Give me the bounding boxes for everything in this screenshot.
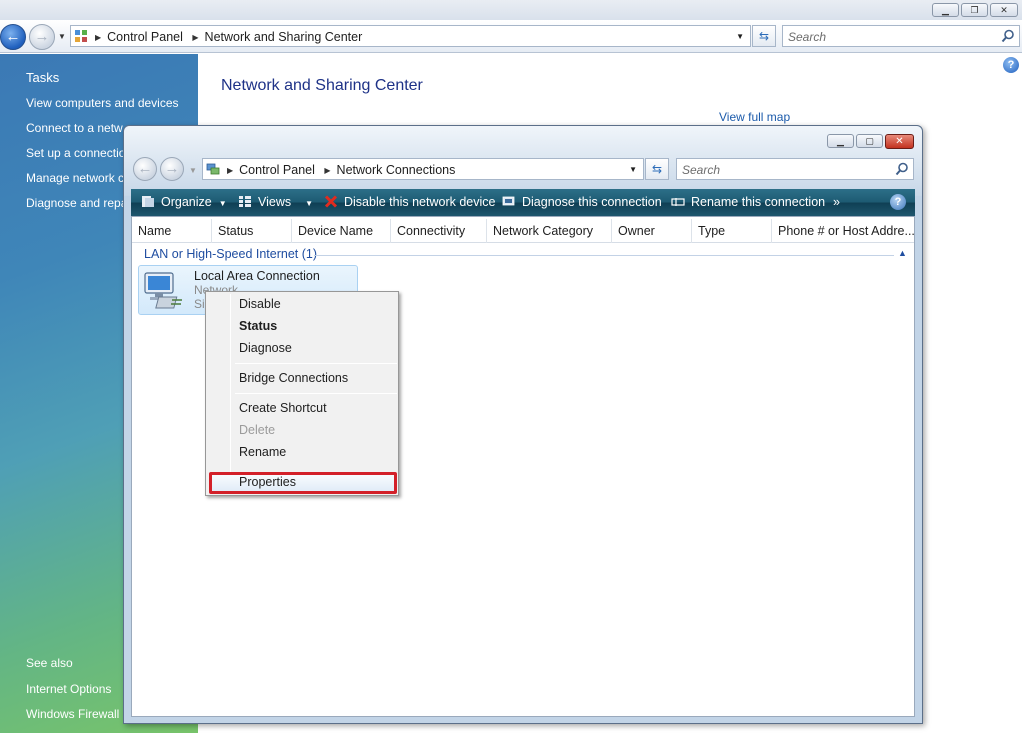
column-connectivity[interactable]: Connectivity <box>391 219 487 243</box>
close-button[interactable]: ✕ <box>990 3 1018 17</box>
page-title: Network and Sharing Center <box>221 77 423 94</box>
column-device-name[interactable]: Device Name <box>292 219 391 243</box>
properties-highlight[interactable] <box>209 472 397 494</box>
see-also-internet-options[interactable]: Internet Options <box>26 682 111 696</box>
inner-maximize-button[interactable]: ▢ <box>856 134 883 148</box>
task-manage-network[interactable]: Manage network c <box>26 171 124 185</box>
inner-address-dropdown-icon[interactable]: ▼ <box>629 165 637 174</box>
group-header[interactable]: LAN or High-Speed Internet (1) <box>144 247 317 261</box>
inner-forward-button[interactable]: → <box>160 157 184 181</box>
column-type[interactable]: Type <box>692 219 772 243</box>
outer-title-bar: ▁ ❐ ✕ <box>0 0 1022 20</box>
back-button[interactable]: ← <box>0 24 26 50</box>
context-menu: Disable Status Diagnose Bridge Connectio… <box>205 291 399 496</box>
red-x-icon <box>324 195 338 208</box>
menu-separator <box>235 393 397 394</box>
search-input[interactable]: Search <box>782 25 1020 47</box>
rename-connection-button[interactable]: Rename this connection <box>671 195 825 209</box>
column-owner[interactable]: Owner <box>612 219 692 243</box>
views-icon <box>239 196 251 207</box>
network-connections-icon <box>206 163 220 175</box>
inner-breadcrumb-control-panel[interactable]: Control Panel <box>239 163 315 177</box>
inner-close-button[interactable]: ✕ <box>885 134 914 149</box>
breadcrumb-network-sharing[interactable]: Network and Sharing Center <box>205 30 363 44</box>
menu-item-delete: Delete <box>239 423 276 437</box>
task-diagnose-repair[interactable]: Diagnose and repa <box>26 196 127 210</box>
inner-minimize-button[interactable]: ▁ <box>827 134 854 148</box>
address-dropdown-icon[interactable]: ▼ <box>736 32 744 41</box>
column-phone-host[interactable]: Phone # or Host Addre... <box>772 219 914 243</box>
diagnose-icon <box>502 196 515 206</box>
views-label: Views <box>258 195 292 209</box>
see-also-windows-firewall[interactable]: Windows Firewall <box>26 707 119 721</box>
outer-navigation-bar: ← → ▼ ▶ Control Panel ▶ Network and Sharin… <box>0 20 1022 53</box>
refresh-button[interactable]: ⇆ <box>752 25 776 47</box>
task-connect-network[interactable]: Connect to a netw <box>26 121 123 135</box>
views-button[interactable]: Views ▼ <box>238 195 313 209</box>
inner-breadcrumb-network-connections[interactable]: Network Connections <box>337 163 456 177</box>
connection-name: Local Area Connection <box>194 269 320 283</box>
task-setup-connection[interactable]: Set up a connectio <box>26 146 125 160</box>
rename-connection-label: Rename this connection <box>691 195 826 209</box>
group-divider <box>314 255 894 256</box>
network-adapter-icon <box>144 272 182 309</box>
inner-search-icon[interactable] <box>895 162 909 176</box>
inner-help-icon[interactable]: ? <box>890 194 906 210</box>
organize-icon <box>142 196 154 207</box>
context-menu-gutter <box>230 294 231 494</box>
recent-pages-dropdown[interactable]: ▼ <box>58 32 66 41</box>
inner-back-button[interactable]: ← <box>133 157 157 181</box>
menu-item-properties[interactable]: Properties <box>239 475 296 489</box>
column-name[interactable]: Name <box>132 219 212 243</box>
menu-item-rename[interactable]: Rename <box>239 445 286 459</box>
menu-item-status[interactable]: Status <box>239 319 277 333</box>
rename-icon <box>671 198 685 206</box>
inner-search-input[interactable]: Search <box>676 158 914 180</box>
menu-item-disable[interactable]: Disable <box>239 297 281 311</box>
disable-device-button[interactable]: Disable this network device <box>324 195 495 209</box>
menu-item-bridge-connections[interactable]: Bridge Connections <box>239 371 348 385</box>
group-collapse-icon[interactable]: ▲ <box>898 248 907 258</box>
forward-button[interactable]: → <box>29 24 55 50</box>
minimize-button[interactable]: ▁ <box>932 3 959 17</box>
inner-search-placeholder: Search <box>682 163 721 177</box>
see-also-heading: See also <box>26 656 73 670</box>
command-bar: Organize ▼ Views ▼ Disable this network de… <box>131 189 915 216</box>
organize-label: Organize <box>161 195 212 209</box>
view-full-map-link[interactable]: View full map <box>719 110 790 124</box>
diagnose-connection-button[interactable]: Diagnose this connection <box>502 195 662 209</box>
search-placeholder: Search <box>788 30 827 44</box>
menu-item-diagnose[interactable]: Diagnose <box>239 341 292 355</box>
tasks-heading: Tasks <box>26 70 60 85</box>
column-network-category[interactable]: Network Category <box>487 219 612 243</box>
disable-device-label: Disable this network device <box>344 195 496 209</box>
control-panel-icon <box>75 30 87 42</box>
inner-recent-dropdown[interactable]: ▼ <box>189 166 197 175</box>
diagnose-connection-label: Diagnose this connection <box>522 195 662 209</box>
help-icon[interactable]: ? <box>1003 57 1019 73</box>
column-headers: Name Status Device Name Connectivity Net… <box>132 219 914 243</box>
organize-button[interactable]: Organize ▼ <box>141 195 227 209</box>
menu-item-create-shortcut[interactable]: Create Shortcut <box>239 401 327 415</box>
search-icon[interactable] <box>1001 29 1015 43</box>
inner-refresh-button[interactable]: ⇆ <box>645 158 669 180</box>
task-view-computers[interactable]: View computers and devices <box>26 96 179 110</box>
restore-button[interactable]: ❐ <box>961 3 988 17</box>
breadcrumb-control-panel[interactable]: Control Panel <box>107 30 183 44</box>
inner-address-bar[interactable]: ▶ Control Panel ▶ Network Connections ▼ <box>202 158 644 180</box>
column-status[interactable]: Status <box>212 219 292 243</box>
menu-separator <box>235 363 397 364</box>
more-commands-button[interactable]: » <box>833 195 840 209</box>
address-bar[interactable]: ▶ Control Panel ▶ Network and Sharing Cent… <box>70 25 751 47</box>
